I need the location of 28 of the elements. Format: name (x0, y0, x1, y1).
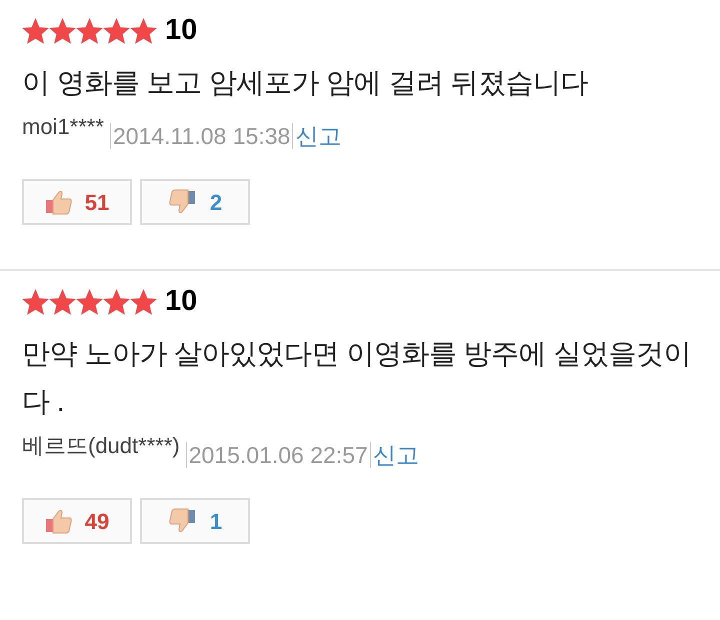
comment-text: 만약 노아가 살아있었다면 이영화를 방주에 실었을것이다 . (22, 337, 692, 419)
thumbs-down-icon (168, 508, 196, 534)
post-date: 2015.01.06 22:57 (186, 442, 368, 468)
star-icon (49, 18, 76, 44)
like-button[interactable]: 51 (22, 179, 132, 225)
post-date: 2014.11.08 15:38 (110, 123, 290, 149)
dislike-button[interactable]: 2 (140, 179, 250, 225)
score: 10 (165, 287, 198, 316)
thumbs-down-icon (168, 189, 196, 215)
star-icon (130, 18, 157, 44)
report-link[interactable]: 신고 (370, 442, 419, 468)
star-icon (49, 288, 76, 314)
star-icon (22, 288, 49, 314)
author-name: moi1**** (22, 113, 104, 141)
thumbs-up-icon (44, 508, 73, 534)
score: 10 (165, 16, 198, 45)
dislike-button[interactable]: 1 (140, 498, 250, 544)
star-icon (76, 288, 103, 314)
star-icon (103, 288, 130, 314)
star-icon (130, 288, 157, 314)
author-name: 베르뜨(dudt****) (22, 432, 180, 460)
star-icon (76, 18, 103, 44)
comment-text: 이 영화를 보고 암세포가 암에 걸려 뒤졌습니다 (22, 66, 590, 100)
thumbs-up-icon (44, 189, 73, 215)
star-icon (22, 18, 49, 44)
star-icon (103, 18, 130, 44)
like-button[interactable]: 49 (22, 498, 132, 544)
report-link[interactable]: 신고 (292, 123, 342, 149)
